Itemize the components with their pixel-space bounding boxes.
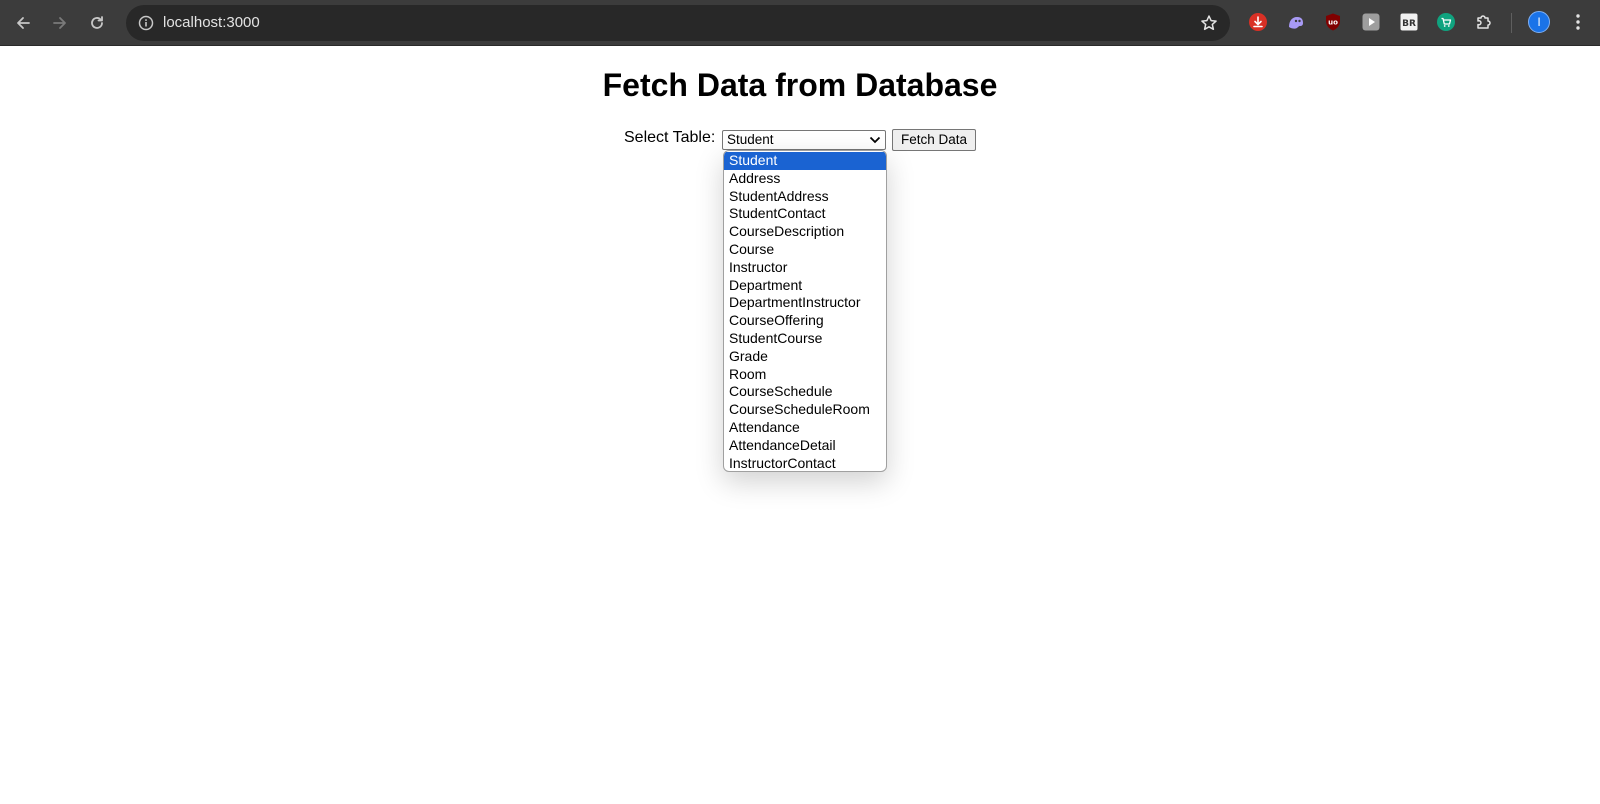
option-course[interactable]: Course	[724, 241, 886, 259]
svg-text:BR: BR	[1402, 19, 1416, 29]
arrow-right-icon	[53, 17, 66, 29]
option-instructor[interactable]: Instructor	[724, 259, 886, 277]
option-studentcontact[interactable]: StudentContact	[724, 205, 886, 223]
kebab-menu-icon[interactable]	[1567, 11, 1589, 33]
option-student[interactable]: Student	[724, 152, 886, 170]
bookmark-button[interactable]	[1198, 12, 1220, 34]
toolbar-divider	[1511, 13, 1512, 33]
select-current-value: Student	[727, 132, 774, 147]
br-extension-icon[interactable]: BR	[1398, 11, 1420, 33]
page-title: Fetch Data from Database	[602, 67, 998, 103]
option-coursedescription[interactable]: CourseDescription	[724, 223, 886, 241]
select-table-label: Select Table:	[624, 129, 716, 146]
back-button[interactable]	[7, 7, 39, 39]
option-courseoffering[interactable]: CourseOffering	[724, 312, 886, 330]
option-attendancedetail[interactable]: AttendanceDetail	[724, 437, 886, 455]
option-attendance[interactable]: Attendance	[724, 419, 886, 437]
play-extension-icon[interactable]	[1360, 11, 1382, 33]
reload-button[interactable]	[81, 7, 113, 39]
option-studentcourse[interactable]: StudentCourse	[724, 330, 886, 348]
option-courseschedule[interactable]: CourseSchedule	[724, 383, 886, 401]
green-cart-extension-icon[interactable]	[1435, 11, 1457, 33]
site-info-button[interactable]	[134, 11, 158, 35]
puzzle-extensions-icon[interactable]	[1473, 11, 1495, 33]
arrow-left-icon	[17, 17, 30, 29]
info-icon	[138, 15, 154, 31]
red-download-extension-icon[interactable]	[1247, 11, 1269, 33]
ublock-extension-icon[interactable]: uo	[1322, 11, 1344, 33]
table-select[interactable]: Student	[722, 130, 886, 150]
profile-avatar[interactable]: I	[1528, 11, 1550, 33]
fetch-data-button[interactable]: Fetch Data	[892, 129, 976, 151]
option-coursescheduleroom[interactable]: CourseScheduleRoom	[724, 401, 886, 419]
address-bar[interactable]: localhost:3000	[126, 5, 1230, 41]
browser-toolbar: localhost:3000 uo BR I	[0, 0, 1600, 46]
option-departmentinstructor[interactable]: DepartmentInstructor	[724, 294, 886, 312]
option-grade[interactable]: Grade	[724, 348, 886, 366]
table-options-dropdown: Student Address StudentAddress StudentConta…	[723, 150, 887, 472]
reload-icon	[91, 16, 103, 29]
option-instructorcontact[interactable]: InstructorContact	[724, 455, 886, 471]
option-address[interactable]: Address	[724, 170, 886, 188]
option-department[interactable]: Department	[724, 277, 886, 295]
chevron-down-icon	[869, 136, 881, 144]
purple-ghost-extension-icon[interactable]	[1285, 11, 1307, 33]
star-icon	[1201, 15, 1217, 31]
forward-button[interactable]	[44, 7, 76, 39]
option-studentaddress[interactable]: StudentAddress	[724, 188, 886, 206]
url-text[interactable]: localhost:3000	[163, 14, 260, 31]
svg-text:uo: uo	[1328, 19, 1338, 27]
option-room[interactable]: Room	[724, 366, 886, 384]
